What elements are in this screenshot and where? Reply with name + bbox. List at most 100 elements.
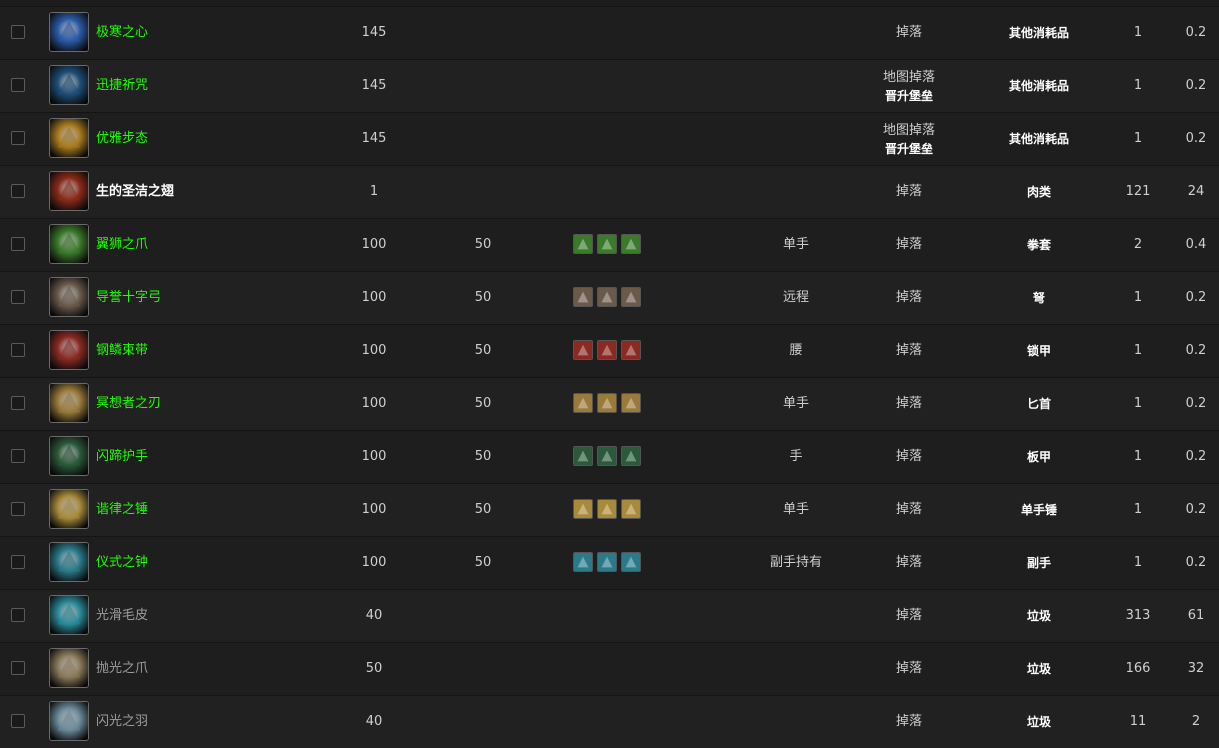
table-row[interactable]: 闪蹄护手 100 50 手 掉落 板甲 1 0.2 (0, 430, 1219, 483)
item-type-link[interactable]: 拳套 (979, 219, 1099, 271)
item-name-link[interactable]: 谐律之锤 (96, 484, 148, 536)
gryphon-claw-icon[interactable] (49, 224, 89, 264)
source-zone-link[interactable]: 晋升堡垒 (859, 140, 959, 159)
item-type-link[interactable]: 肉类 (979, 166, 1099, 218)
gauntlet-icon[interactable] (49, 436, 89, 476)
table-row[interactable]: 生的圣洁之翅 1 掉落 肉类 121 24 (0, 165, 1219, 218)
set-piece-icon[interactable] (573, 234, 593, 254)
pelt-icon[interactable] (49, 595, 89, 635)
item-type-link[interactable]: 垃圾 (979, 696, 1099, 748)
dagger-icon[interactable] (49, 383, 89, 423)
set-piece-icon[interactable] (597, 499, 617, 519)
item-name-link[interactable]: 闪蹄护手 (96, 431, 148, 483)
set-piece-icon[interactable] (597, 446, 617, 466)
table-row[interactable]: 优雅步态 145 地图掉落 晋升堡垒 其他消耗品 1 0.2 (0, 112, 1219, 165)
item-type-link[interactable]: 匕首 (979, 378, 1099, 430)
item-percent: 32 (1187, 661, 1205, 676)
row-checkbox[interactable] (11, 555, 25, 569)
table-row[interactable]: 仪式之钟 100 50 副手持有 掉落 副手 1 0.2 (0, 536, 1219, 589)
set-piece-icon[interactable] (597, 234, 617, 254)
item-type-link[interactable]: 锁甲 (979, 325, 1099, 377)
table-row[interactable]: 谐律之锤 100 50 单手 掉落 单手锤 1 0.2 (0, 483, 1219, 536)
item-level: 145 (361, 131, 387, 146)
item-name-link[interactable]: 极寒之心 (96, 7, 148, 59)
set-piece-icon[interactable] (621, 393, 641, 413)
item-name-link[interactable]: 翼狮之爪 (96, 219, 148, 271)
item-name-link[interactable]: 迅捷祈咒 (96, 60, 148, 112)
item-name-link[interactable]: 导誉十字弓 (96, 272, 161, 324)
row-checkbox[interactable] (11, 449, 25, 463)
item-slot: 单手 (782, 237, 809, 252)
source-zone-link[interactable]: 晋升堡垒 (859, 87, 959, 106)
item-name-link[interactable]: 仪式之钟 (96, 537, 148, 589)
set-piece-icon[interactable] (573, 552, 593, 572)
set-piece-icon[interactable] (573, 446, 593, 466)
item-name-link[interactable]: 抛光之爪 (96, 643, 148, 695)
set-piece-icon[interactable] (597, 552, 617, 572)
set-piece-icon[interactable] (573, 393, 593, 413)
set-piece-icon[interactable] (597, 393, 617, 413)
row-checkbox[interactable] (11, 343, 25, 357)
item-type-link[interactable]: 副手 (979, 537, 1099, 589)
required-level: 50 (474, 555, 492, 570)
item-name-link[interactable]: 生的圣洁之翅 (96, 166, 174, 218)
row-checkbox[interactable] (11, 290, 25, 304)
set-piece-icon[interactable] (621, 340, 641, 360)
set-piece-icon[interactable] (573, 340, 593, 360)
item-type-link[interactable]: 其他消耗品 (979, 7, 1099, 59)
row-checkbox[interactable] (11, 184, 25, 198)
swift-incantation-icon[interactable] (49, 65, 89, 105)
claw-icon[interactable] (49, 648, 89, 688)
frost-heart-icon[interactable] (49, 12, 89, 52)
set-piece-icon[interactable] (597, 340, 617, 360)
set-piece-icon[interactable] (573, 499, 593, 519)
table-row[interactable]: 钢鳞束带 100 50 腰 掉落 锁甲 1 0.2 (0, 324, 1219, 377)
table-row[interactable]: 翼狮之爪 100 50 单手 掉落 拳套 2 0.4 (0, 218, 1219, 271)
set-piece-icon[interactable] (621, 499, 641, 519)
item-type-link[interactable]: 单手锤 (979, 484, 1099, 536)
row-checkbox[interactable] (11, 131, 25, 145)
set-piece-icon[interactable] (621, 552, 641, 572)
item-type-link[interactable]: 板甲 (979, 431, 1099, 483)
bell-icon[interactable] (49, 542, 89, 582)
set-pieces (573, 552, 641, 572)
set-piece-icon[interactable] (573, 287, 593, 307)
raw-wing-icon[interactable] (49, 171, 89, 211)
row-checkbox[interactable] (11, 78, 25, 92)
table-row[interactable]: 极寒之心 145 掉落 其他消耗品 1 0.2 (0, 6, 1219, 59)
table-row[interactable]: 闪光之羽 40 掉落 垃圾 11 2 (0, 695, 1219, 748)
row-checkbox[interactable] (11, 608, 25, 622)
row-checkbox[interactable] (11, 396, 25, 410)
item-name-link[interactable]: 光滑毛皮 (96, 590, 148, 642)
set-piece-icon[interactable] (621, 446, 641, 466)
required-level: 50 (474, 449, 492, 464)
graceful-stride-icon[interactable] (49, 118, 89, 158)
crossbow-icon[interactable] (49, 277, 89, 317)
feather-icon[interactable] (49, 701, 89, 741)
row-checkbox[interactable] (11, 661, 25, 675)
item-name-link[interactable]: 闪光之羽 (96, 696, 148, 748)
table-row[interactable]: 导誉十字弓 100 50 远程 掉落 弩 1 0.2 (0, 271, 1219, 324)
item-type-link[interactable]: 其他消耗品 (979, 113, 1099, 165)
row-checkbox[interactable] (11, 502, 25, 516)
set-piece-icon[interactable] (621, 234, 641, 254)
row-checkbox[interactable] (11, 714, 25, 728)
item-name-link[interactable]: 优雅步态 (96, 113, 148, 165)
item-name-link[interactable]: 冥想者之刃 (96, 378, 161, 430)
table-row[interactable]: 迅捷祈咒 145 地图掉落 晋升堡垒 其他消耗品 1 0.2 (0, 59, 1219, 112)
row-checkbox[interactable] (11, 25, 25, 39)
mace-icon[interactable] (49, 489, 89, 529)
item-type-link[interactable]: 弩 (979, 272, 1099, 324)
item-name-link[interactable]: 钢鳞束带 (96, 325, 148, 377)
item-type-link[interactable]: 其他消耗品 (979, 60, 1099, 112)
table-row[interactable]: 冥想者之刃 100 50 单手 掉落 匕首 1 0.2 (0, 377, 1219, 430)
belt-icon[interactable] (49, 330, 89, 370)
table-row[interactable]: 光滑毛皮 40 掉落 垃圾 313 61 (0, 589, 1219, 642)
table-row[interactable]: 抛光之爪 50 掉落 垃圾 166 32 (0, 642, 1219, 695)
row-checkbox[interactable] (11, 237, 25, 251)
set-piece-icon[interactable] (621, 287, 641, 307)
set-piece-icon[interactable] (597, 287, 617, 307)
item-percent: 0.2 (1185, 131, 1207, 146)
item-type-link[interactable]: 垃圾 (979, 643, 1099, 695)
item-type-link[interactable]: 垃圾 (979, 590, 1099, 642)
